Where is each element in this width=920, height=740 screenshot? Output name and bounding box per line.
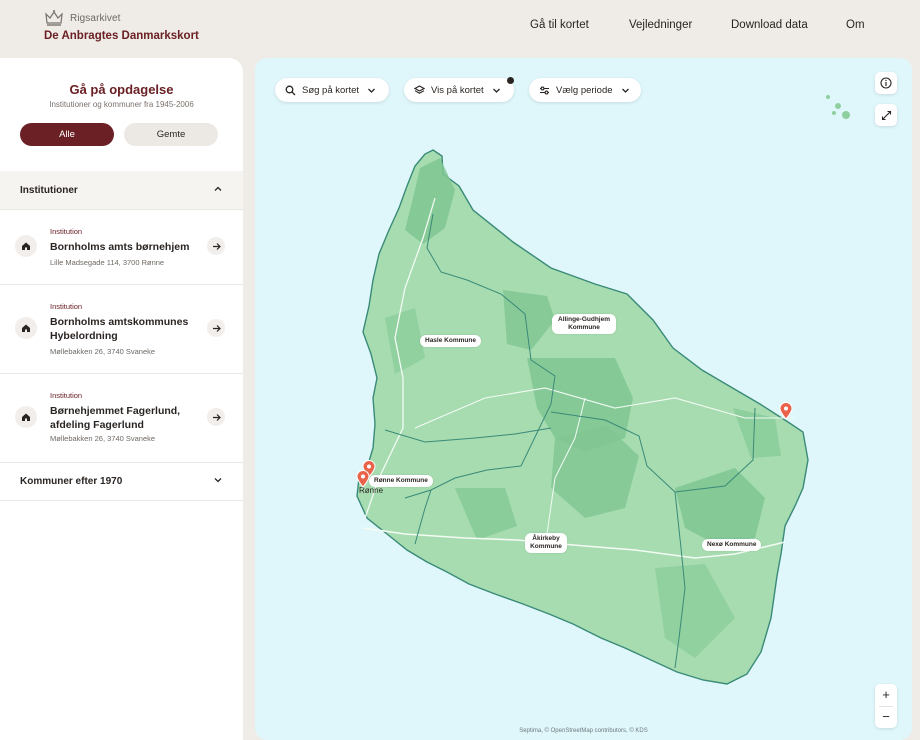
institution-item[interactable]: Institution Bornholms amts børnehjem Lil… [0,210,243,284]
home-icon [15,235,37,257]
info-icon [880,77,892,89]
zoom-in-button[interactable]: + [875,684,897,706]
home-icon [15,406,37,428]
section-title: Kommuner efter 1970 [20,475,123,487]
institution-name: Børnehjemmet Fagerlund, afdeling Fagerlu… [50,405,181,431]
arrow-right-icon[interactable] [207,319,225,337]
filter-all-button[interactable]: Alle [20,123,114,146]
site-logo[interactable]: Rigsarkivet De Anbragtes Danmarkskort [44,9,199,42]
institution-name: Bornholms amtskommunes Hybelordning [50,316,189,342]
arrow-right-icon[interactable] [207,237,225,255]
nav-about[interactable]: Om [846,19,865,31]
expand-icon [881,110,891,120]
divider [0,500,243,501]
chevron-down-icon [214,478,222,483]
org-name: Rigsarkivet [70,12,121,24]
sidebar: Gå på opdagelse Institutioner og kommune… [0,58,243,740]
map-pin-icon[interactable] [356,470,370,488]
municipality-label[interactable]: Allinge-Gudhjem Kommune [552,314,616,334]
municipality-label[interactable]: Nexø Kommune [702,539,762,551]
institution-address: Møllebakken 26, 3740 Svaneke [50,347,156,356]
show-on-map-label: Vis på kortet [431,84,484,96]
site-title: De Anbragtes Danmarkskort [44,30,199,42]
institution-name: Bornholms amts børnehjem [50,241,190,253]
filter-saved-button[interactable]: Gemte [124,123,218,146]
arrow-right-icon[interactable] [207,408,225,426]
municipality-label[interactable]: Åkirkeby Kommune [525,533,567,553]
fullscreen-button[interactable] [875,104,897,126]
map-attribution: Septima, © OpenStreetMap contributors, ©… [519,728,648,734]
chevron-up-icon [214,186,222,191]
institution-tag: Institution [50,302,83,311]
zoom-out-button[interactable]: − [875,706,897,728]
section-title: Institutioner [20,184,78,196]
bornholm-island-map [356,95,850,685]
crown-icon [45,10,63,26]
map-pin-icon[interactable] [779,402,793,420]
search-map-label: Søg på kortet [302,84,360,96]
institution-tag: Institution [50,391,83,400]
chevron-down-icon [621,88,629,93]
select-period-label: Vælg periode [556,84,613,96]
info-button[interactable] [875,72,897,94]
sliders-icon [540,86,549,94]
active-filter-indicator [507,77,514,84]
section-municipalities-header[interactable]: Kommuner efter 1970 [0,462,243,500]
chevron-down-icon [492,88,500,93]
sidebar-subtitle: Institutioner og kommuner fra 1945-2006 [49,100,194,109]
top-navigation-bar: Rigsarkivet De Anbragtes Danmarkskort Gå… [0,0,920,56]
home-icon [15,317,37,339]
section-institutions-header[interactable]: Institutioner [0,171,243,209]
institution-address: Møllebakken 26, 3740 Svaneke [50,434,156,443]
institution-address: Lille Madsegade 114, 3700 Rønne [50,258,165,267]
nav-go-to-map[interactable]: Gå til kortet [530,19,589,31]
search-icon [285,85,296,95]
zoom-control: + − [875,684,897,728]
municipality-label[interactable]: Hasle Kommune [420,335,481,347]
nav-download-data[interactable]: Download data [731,19,808,31]
institution-item[interactable]: Institution Bornholms amtskommunes Hybel… [0,285,243,373]
institution-item[interactable]: Institution Børnehjemmet Fagerlund, afde… [0,374,243,462]
layers-icon [414,84,425,94]
institution-tag: Institution [50,227,83,236]
search-map-dropdown[interactable]: Søg på kortet [275,78,389,102]
show-on-map-dropdown[interactable]: Vis på kortet [404,78,514,102]
nav-guides[interactable]: Vejledninger [629,19,692,31]
map-canvas[interactable]: Søg på kortet Vis på kortet Vælg periode… [255,58,912,740]
select-period-dropdown[interactable]: Vælg periode [529,78,641,102]
sidebar-title: Gå på opdagelse [69,82,174,97]
chevron-down-icon [368,88,375,93]
